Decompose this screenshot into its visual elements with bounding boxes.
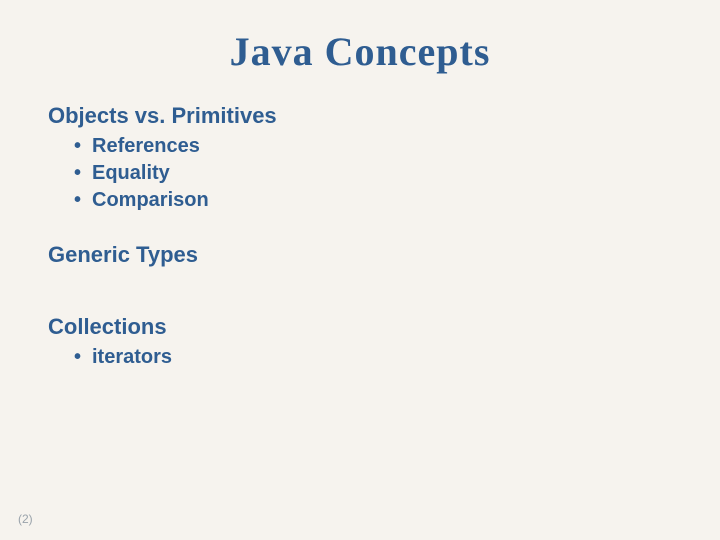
slide-title: Java Concepts	[48, 28, 672, 75]
list-item: Equality	[74, 160, 672, 187]
section-heading: Objects vs. Primitives	[48, 103, 672, 129]
section-heading: Generic Types	[48, 242, 672, 268]
section-1: Generic Types	[48, 242, 672, 304]
bullet-list: iterators	[74, 344, 672, 371]
section-heading: Collections	[48, 314, 672, 340]
list-item: iterators	[74, 344, 672, 371]
bullet-list: References Equality Comparison	[74, 133, 672, 214]
slide: Java Concepts Objects vs. Primitives Ref…	[0, 0, 720, 540]
section-2: Collections iterators	[48, 314, 672, 371]
list-item: References	[74, 133, 672, 160]
section-0: Objects vs. Primitives References Equali…	[48, 103, 672, 214]
spacer	[48, 272, 672, 304]
list-item: Comparison	[74, 187, 672, 214]
page-number: (2)	[18, 512, 33, 526]
